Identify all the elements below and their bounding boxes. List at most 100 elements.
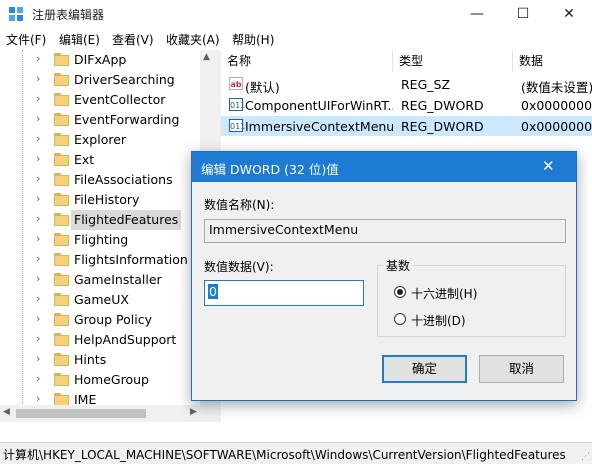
expand-chevron-icon[interactable]: › (36, 172, 40, 185)
menu-edit[interactable]: 编辑(E) (59, 31, 100, 48)
tree-item-label: HomeGroup (74, 372, 149, 387)
expand-chevron-icon[interactable]: › (36, 252, 40, 265)
tree-item[interactable]: › HelpAndSupport (0, 330, 200, 350)
folder-icon (54, 173, 69, 186)
radio-decimal[interactable] (394, 313, 406, 325)
expand-chevron-icon[interactable]: › (36, 392, 40, 405)
base-group-label: 基数 (383, 257, 414, 274)
expand-chevron-icon[interactable]: › (36, 292, 40, 305)
tree-item[interactable]: › Hints (0, 350, 200, 370)
minimize-button[interactable]: — (454, 0, 500, 28)
tree-item-label: Hints (74, 352, 107, 367)
key-tree[interactable]: › DIFxApp › DriverSearching › EventCollector ›… (0, 50, 215, 422)
tree-item[interactable]: › FlightedFeatures (0, 210, 200, 230)
tree-item[interactable]: › Group Policy (0, 310, 200, 330)
value-name-cell: ComponentUIForWinRT... (245, 98, 393, 113)
maximize-icon: ☐ (516, 6, 530, 22)
radio-hex-label[interactable]: 十六进制(H) (411, 285, 477, 302)
tree-item-label: Explorer (74, 132, 127, 147)
tree-item-label: DriverSearching (74, 72, 175, 87)
folder-icon (54, 313, 69, 326)
folder-icon (54, 213, 69, 226)
expand-chevron-icon[interactable]: › (36, 52, 40, 65)
folder-icon (54, 333, 69, 346)
expand-chevron-icon[interactable]: › (36, 192, 40, 205)
value-name-label: 数值名称(N): (204, 198, 275, 212)
resize-grip-icon[interactable]: ⋰ (581, 452, 590, 462)
menu-favorites[interactable]: 收藏夹(A) (166, 31, 220, 48)
menu-help[interactable]: 帮助(H) (232, 31, 274, 48)
menu-view[interactable]: 查看(V) (112, 31, 154, 48)
tree-item[interactable]: › GameUX (0, 290, 200, 310)
ok-button[interactable]: 确定 (382, 355, 467, 383)
column-header-type[interactable]: 类型 (393, 50, 513, 72)
expand-chevron-icon[interactable]: › (36, 212, 40, 225)
value-type-cell: REG_SZ (401, 77, 451, 92)
column-header-name[interactable]: 名称 (221, 50, 393, 72)
expand-chevron-icon[interactable]: › (36, 72, 40, 85)
tree-item-label: EventCollector (74, 92, 166, 107)
dialog-close-icon[interactable]: ✕ (542, 157, 555, 175)
expand-chevron-icon[interactable]: › (36, 372, 40, 385)
string-value-icon: ab (229, 77, 243, 90)
value-data-input[interactable]: 0 (204, 280, 364, 306)
maximize-button[interactable]: ☐ (500, 0, 546, 28)
expand-chevron-icon[interactable]: › (36, 332, 40, 345)
expand-chevron-icon[interactable]: › (36, 352, 40, 365)
title-bar: 注册表编辑器 — ☐ ✕ (0, 0, 592, 28)
scroll-left-icon[interactable]: ◀ (3, 407, 10, 417)
tree-item[interactable]: › FileAssociations (0, 170, 200, 190)
radio-hex[interactable] (394, 286, 406, 298)
folder-icon (54, 113, 69, 126)
expand-chevron-icon[interactable]: › (36, 152, 40, 165)
column-header-data[interactable]: 数据 (513, 50, 592, 72)
close-button[interactable]: ✕ (546, 0, 592, 28)
tree-item[interactable]: › GameInstaller (0, 270, 200, 290)
folder-icon (54, 253, 69, 266)
tree-item[interactable]: › Explorer (0, 130, 200, 150)
value-type-cell: REG_DWORD (401, 98, 484, 113)
scroll-right-icon[interactable]: ▶ (190, 407, 197, 417)
cancel-button[interactable]: 取消 (479, 355, 564, 383)
tree-horizontal-scrollbar[interactable]: ◀ ▶ (0, 405, 215, 422)
expand-chevron-icon[interactable]: › (36, 132, 40, 145)
dialog-title: 编辑 DWORD (32 位)值 (201, 162, 339, 177)
close-icon: ✕ (563, 6, 575, 22)
folder-icon (54, 53, 69, 66)
value-row[interactable]: 011 ComponentUIForWinRT... REG_DWORD 0x0000… (221, 95, 592, 115)
expand-chevron-icon[interactable]: › (36, 272, 40, 285)
tree-item[interactable]: › DriverSearching (0, 70, 200, 90)
tree-item[interactable]: › FlightsInformation (0, 250, 200, 270)
tree-item-label: Group Policy (74, 312, 152, 327)
tree-item[interactable]: › DIFxApp (0, 50, 200, 70)
tree-horizontal-scroll-thumb[interactable] (16, 409, 146, 418)
dword-value-icon: 011 (229, 98, 245, 111)
value-data-text: 0 (208, 284, 218, 299)
tree-item-label: DIFxApp (74, 52, 127, 67)
tree-item[interactable]: › EventForwarding (0, 110, 200, 130)
value-row[interactable]: 011 ImmersiveContextMenu REG_DWORD 0x000000… (221, 116, 592, 136)
minimize-icon: — (470, 6, 484, 22)
tree-item-label: FileAssociations (74, 172, 173, 187)
expand-chevron-icon[interactable]: › (36, 312, 40, 325)
value-name-cell: (默认) (245, 80, 280, 95)
expand-chevron-icon[interactable]: › (36, 92, 40, 105)
dword-value-icon: 011 (229, 119, 245, 132)
tree-item[interactable]: › HomeGroup (0, 370, 200, 390)
expand-chevron-icon[interactable]: › (36, 112, 40, 125)
scroll-up-icon[interactable]: ▲ (203, 52, 210, 62)
tree-item[interactable]: › Flighting (0, 230, 200, 250)
tree-item-label: FlightsInformation (74, 252, 188, 267)
folder-icon (54, 373, 69, 386)
folder-icon (54, 353, 69, 366)
menu-file[interactable]: 文件(F) (6, 31, 46, 48)
tree-item[interactable]: › EventCollector (0, 90, 200, 110)
tree-item[interactable]: › FileHistory (0, 190, 200, 210)
value-row[interactable]: ab (默认) REG_SZ (数值未设置) (221, 74, 592, 95)
tree-item[interactable]: › Ext (0, 150, 200, 170)
tree-item-label: GameUX (74, 292, 129, 307)
expand-chevron-icon[interactable]: › (36, 232, 40, 245)
radio-decimal-label[interactable]: 十进制(D) (411, 312, 466, 329)
value-name-field: ImmersiveContextMenu (204, 219, 566, 243)
tree-item-label: Ext (74, 152, 95, 167)
